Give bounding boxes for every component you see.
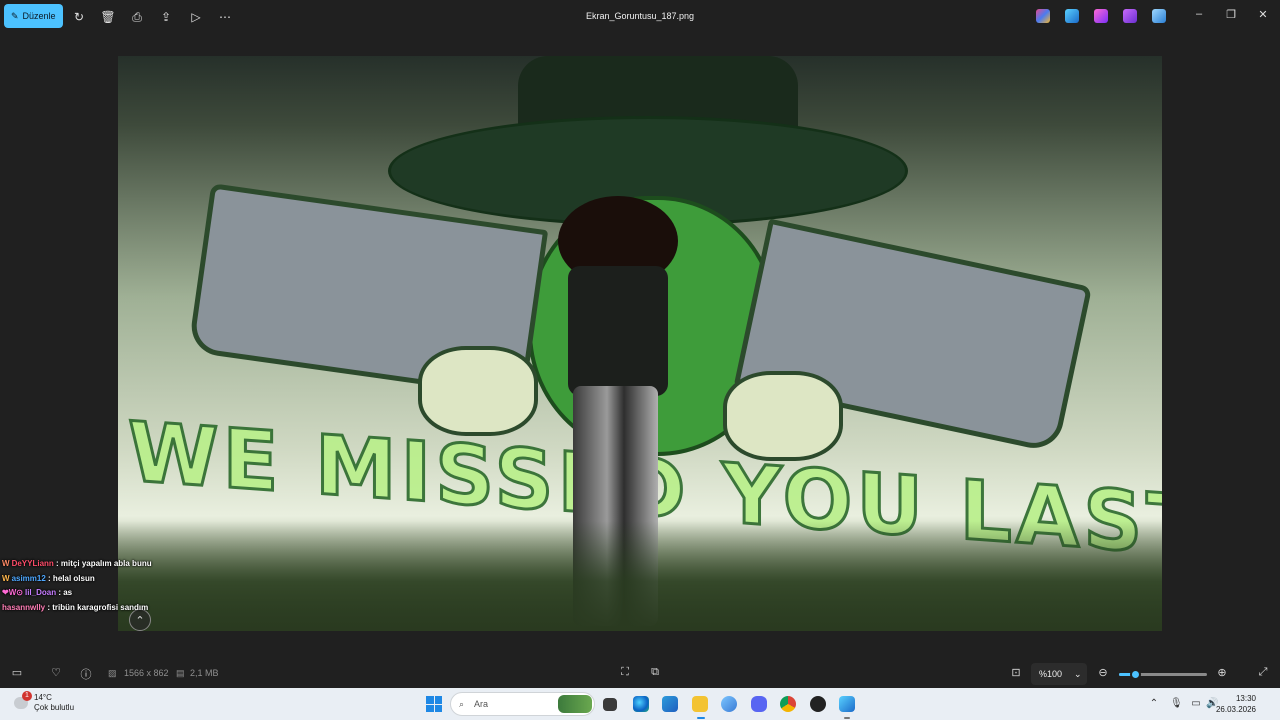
zoom-out-icon[interactable]: ⊖: [1095, 666, 1111, 682]
scan-icon[interactable]: ⧉: [647, 666, 663, 682]
chat-overlay: W DeYYLiann : mitçi yapalım abla bunu Was…: [2, 557, 152, 615]
clipchamp-icon[interactable]: [1123, 9, 1137, 23]
chat-message: Wasimm12 : helal olsun: [2, 572, 152, 587]
title-bar: ✎ Düzenle ↻ 🗑 ⎙ ⇪ ▷ ⋯ Ekran_Goruntusu_18…: [0, 0, 1280, 34]
search-icon: ⌕: [459, 698, 465, 709]
settings-icon[interactable]: [721, 696, 737, 712]
file-explorer-icon[interactable]: [692, 696, 708, 712]
close-icon[interactable]: ✕: [1254, 8, 1272, 26]
filmstrip-icon[interactable]: ▭: [9, 666, 25, 682]
taskbar-search[interactable]: ⌕ Ara: [450, 692, 595, 716]
status-bar: ▭ ♡ ⓘ ▨ 1566 x 862 ▤ 2,1 MB ⛶ ⧉ ⊡ %100 ⌄…: [0, 660, 1280, 688]
file-title: Ekran_Goruntusu_187.png: [585, 11, 695, 21]
crop-icon[interactable]: ⛶: [617, 666, 633, 682]
search-placeholder: Ara: [474, 699, 489, 709]
weather-condition: Çok bulutlu: [34, 703, 75, 712]
chat-text: : mitçi yapalım abla bunu: [56, 559, 152, 568]
image-dimensions: 1566 x 862: [124, 668, 169, 678]
chat-text: : tribün karagrofisi sandım: [47, 602, 149, 612]
minimize-icon[interactable]: –: [1190, 8, 1208, 26]
chat-message: hasannwlly : tribün karagrofisi sandım: [2, 601, 152, 616]
zoom-slider[interactable]: [1119, 669, 1207, 680]
dimensions-icon: ▨: [108, 668, 117, 678]
game-app-icon[interactable]: [810, 696, 826, 712]
running-indicator: [697, 717, 705, 719]
running-indicator: [844, 717, 850, 719]
chat-message: W DeYYLiann : mitçi yapalım abla bunu: [2, 557, 152, 572]
chat-text: : helal olsun: [48, 573, 95, 583]
grass: [118, 521, 1162, 631]
zoom-value: %100: [1039, 669, 1063, 679]
edge-icon[interactable]: [633, 696, 649, 712]
start-button[interactable]: [426, 696, 442, 712]
chat-username: DeYYLiann: [11, 559, 54, 568]
designer-icon[interactable]: [1094, 9, 1108, 23]
badge-icon: ❤W⊙: [2, 588, 23, 597]
fit-to-window-icon[interactable]: ⊡: [1008, 666, 1024, 682]
discord-icon[interactable]: [751, 696, 767, 712]
chat-text: : as: [58, 588, 73, 597]
paint-icon[interactable]: [1065, 9, 1079, 23]
time: 13:30: [1235, 694, 1256, 703]
copilot-icon[interactable]: [1036, 9, 1050, 23]
mural-fist-left: [418, 346, 538, 436]
chevron-down-icon: ⌄: [1074, 668, 1082, 679]
character-jacket: [568, 266, 668, 396]
taskbar: 1 14°C Çok bulutlu ⌕ Ara ⌃ 🎙 ▭ 🔊 13:30 2…: [0, 688, 1280, 720]
chat-username: hasannwlly: [2, 602, 46, 612]
file-size-icon: ▤: [176, 668, 185, 678]
chat-username: lil_Doan: [24, 588, 57, 597]
display-icon[interactable]: ▭: [1190, 698, 1202, 710]
badge-icon: W: [2, 559, 10, 568]
chrome-icon[interactable]: [780, 696, 796, 712]
task-view-icon[interactable]: [603, 698, 617, 711]
date: 26.03.2026: [1215, 705, 1256, 714]
photo[interactable]: WE MISSED YOU LAST TIME: [118, 56, 1162, 631]
temperature: 14°C: [34, 693, 52, 702]
search-highlight-image: [558, 695, 592, 713]
chat-message: ❤W⊙ lil_Doan : as: [2, 586, 152, 601]
onedrive-icon[interactable]: [1152, 9, 1166, 23]
maximize-icon[interactable]: ❐: [1222, 8, 1240, 26]
notification-badge: 1: [22, 691, 32, 701]
image-viewer: WE MISSED YOU LAST TIME: [0, 34, 1280, 660]
zoom-dropdown[interactable]: %100 ⌄: [1031, 663, 1087, 685]
store-icon[interactable]: [662, 696, 678, 712]
badge-icon: W: [2, 573, 10, 583]
clock[interactable]: 13:30 26.03.2026: [1216, 693, 1256, 715]
zoom-slider-thumb[interactable]: [1129, 669, 1141, 680]
info-icon[interactable]: ⓘ: [78, 666, 94, 682]
file-size: 2,1 MB: [190, 668, 219, 678]
zoom-in-icon[interactable]: ⊕: [1214, 666, 1230, 682]
fullscreen-icon[interactable]: ⤢: [1255, 666, 1271, 682]
favorite-icon[interactable]: ♡: [48, 666, 64, 682]
photos-icon[interactable]: [839, 696, 855, 712]
chat-username: asimm12: [11, 573, 46, 583]
chevron-up-icon[interactable]: ⌃: [1148, 698, 1160, 710]
microphone-icon[interactable]: 🎙: [1170, 698, 1183, 710]
